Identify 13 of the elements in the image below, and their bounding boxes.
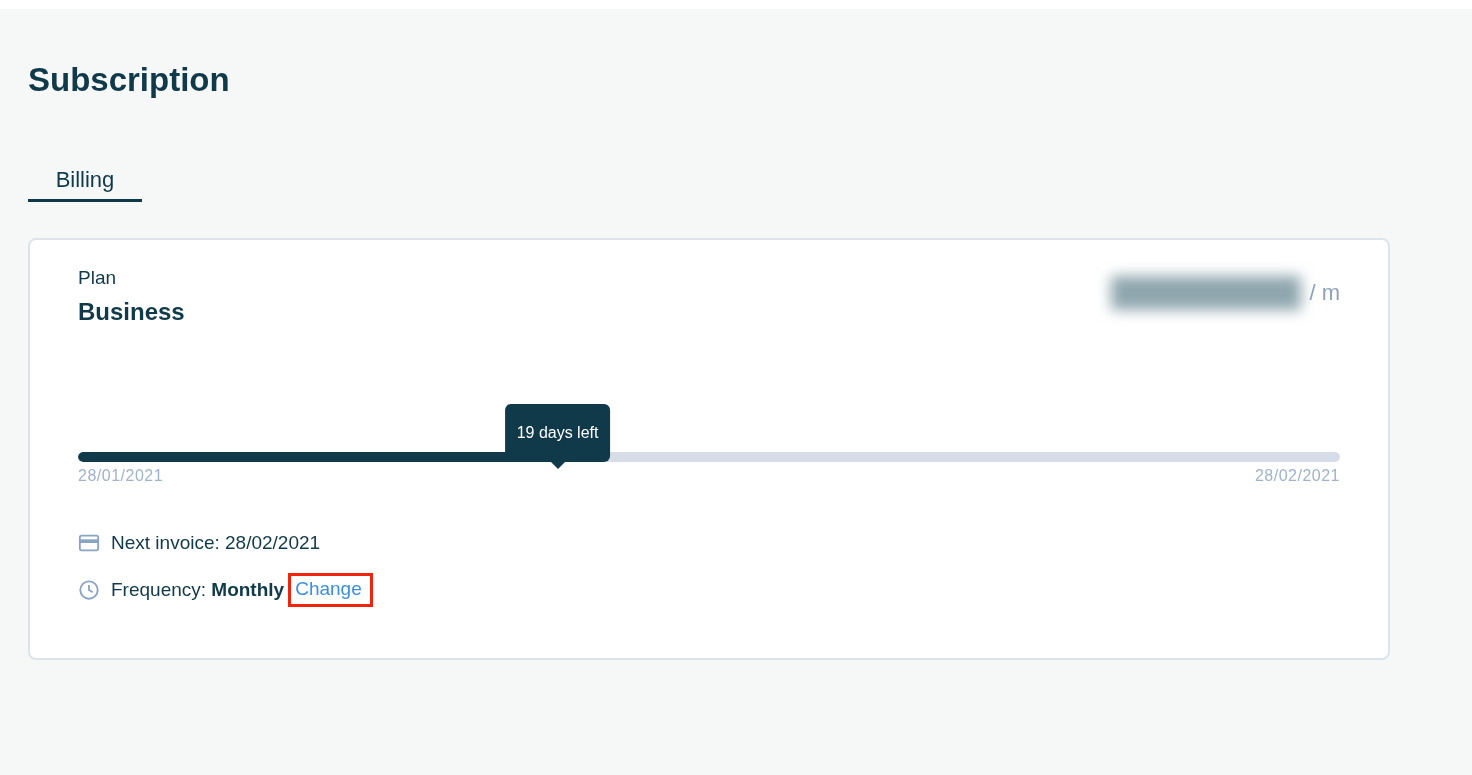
start-date: 28/01/2021 <box>78 467 164 485</box>
price-unit: / m <box>1309 280 1340 306</box>
days-left-tooltip: 19 days left <box>504 404 611 462</box>
plan-name: Business <box>78 297 185 327</box>
credit-card-icon <box>78 532 100 554</box>
billing-tab[interactable]: Billing <box>28 163 142 202</box>
page-title: Subscription <box>28 60 231 100</box>
end-date: 28/02/2021 <box>1254 467 1340 485</box>
frequency-text: Frequency: Monthly <box>111 579 285 601</box>
tooltip-pointer <box>550 462 565 469</box>
clock-icon <box>78 579 100 601</box>
plan-label: Plan <box>78 266 118 290</box>
next-invoice-text: Next invoice: 28/02/2021 <box>111 532 321 554</box>
